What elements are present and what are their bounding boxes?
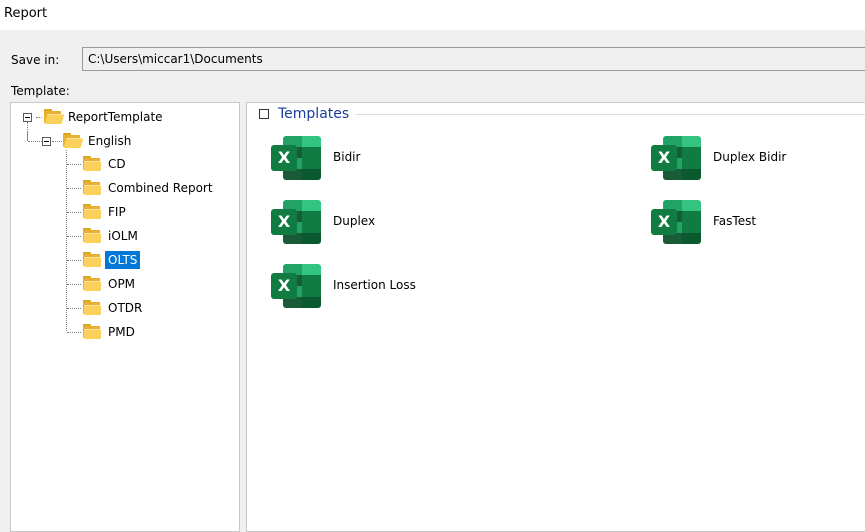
tree-connector — [66, 150, 67, 331]
folder-icon — [82, 299, 102, 315]
excel-icon: X — [271, 262, 323, 310]
folder-open-icon — [62, 132, 84, 148]
tree-connector — [36, 117, 42, 118]
excel-icon: X — [271, 198, 323, 246]
template-item-duplex-bidir[interactable]: X Duplex Bidir — [651, 134, 821, 184]
tree-connector — [67, 188, 81, 189]
tree-item-label: OLTS — [105, 251, 141, 269]
tree-connector — [67, 260, 81, 261]
folder-icon — [82, 227, 102, 243]
tree-item-label: ReportTemplate — [68, 110, 163, 124]
tree-connector — [52, 141, 62, 142]
tree-item-label: CD — [108, 157, 126, 171]
tree-item-label: Combined Report — [108, 181, 213, 195]
title-bar: Report — [0, 0, 865, 30]
folder-open-icon — [43, 108, 65, 124]
template-label: Template: — [11, 84, 70, 98]
tree-item-label: OPM — [108, 277, 136, 291]
window-title: Report — [4, 6, 48, 21]
tree-item-label: OTDR — [108, 301, 143, 315]
folder-icon — [82, 251, 102, 267]
save-path-field[interactable]: C:\Users\miccar1\Documents — [82, 47, 865, 71]
folder-icon — [82, 275, 102, 291]
templates-group-title: Templates — [278, 106, 350, 122]
template-name: Duplex — [333, 214, 376, 228]
collapse-english-icon[interactable] — [42, 137, 51, 146]
template-item-fastest[interactable]: X FasTest — [651, 198, 821, 248]
tree-item-label: FIP — [108, 205, 126, 219]
template-name: Duplex Bidir — [713, 150, 787, 164]
tree-connector — [67, 236, 81, 237]
save-path-value: C:\Users\miccar1\Documents — [88, 52, 263, 66]
template-name: Bidir — [333, 150, 361, 164]
template-item-bidir[interactable]: X Bidir — [271, 134, 441, 184]
tree-connector — [67, 284, 81, 285]
folder-icon — [82, 203, 102, 219]
template-name: Insertion Loss — [333, 278, 416, 292]
folder-icon — [82, 323, 102, 339]
tree-item-label: PMD — [108, 325, 135, 339]
tree-connector — [67, 308, 81, 309]
excel-icon: X — [651, 134, 703, 182]
folder-icon — [82, 155, 102, 171]
template-item-insertion-loss[interactable]: X Insertion Loss — [271, 262, 441, 312]
tree-item-label: English — [88, 134, 132, 148]
tree-connector — [67, 164, 81, 165]
excel-icon: X — [651, 198, 703, 246]
tree-connector — [28, 141, 42, 142]
tree-connector — [27, 131, 28, 141]
tree-connector — [67, 332, 81, 333]
group-divider — [356, 114, 865, 115]
collapse-group-icon[interactable] — [259, 109, 269, 119]
tree-item-label: iOLM — [108, 229, 138, 243]
excel-icon: X — [271, 134, 323, 182]
folder-icon — [82, 179, 102, 195]
save-in-label: Save in: — [11, 53, 60, 67]
collapse-root-icon[interactable] — [23, 113, 32, 122]
tree-connector — [67, 212, 81, 213]
template-name: FasTest — [713, 214, 757, 228]
template-item-duplex[interactable]: X Duplex — [271, 198, 441, 248]
